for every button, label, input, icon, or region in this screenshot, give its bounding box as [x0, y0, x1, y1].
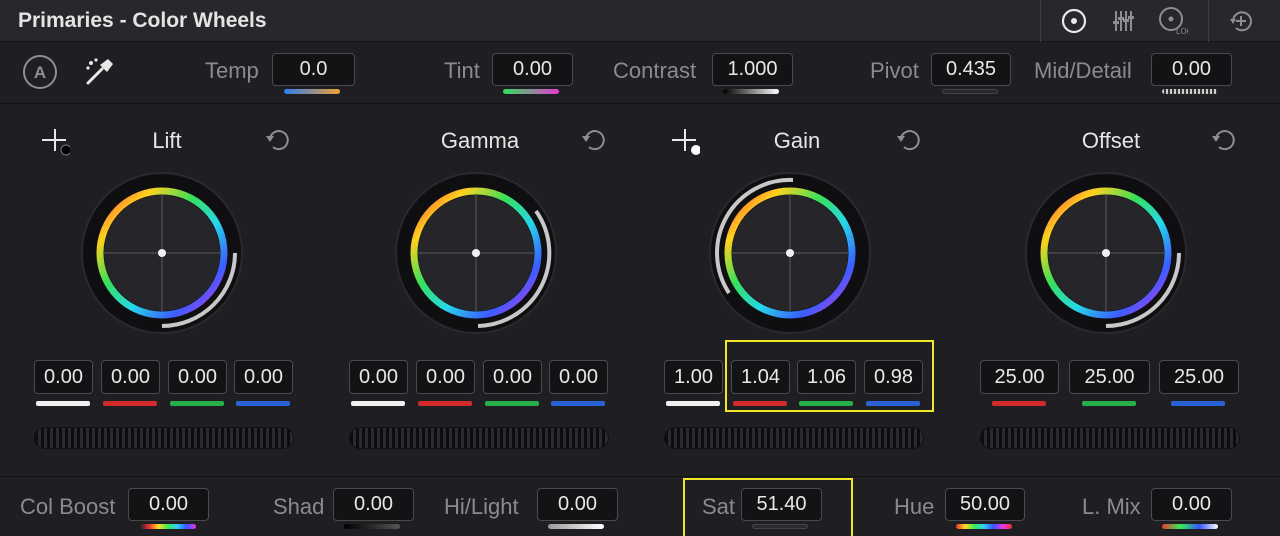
tint-field[interactable]: 0.00 [492, 53, 573, 86]
picker-white-icon[interactable] [670, 126, 701, 156]
hi-light-field[interactable]: 0.00 [537, 488, 618, 521]
gamma-title: Gamma [440, 128, 520, 153]
offset-reset-icon[interactable] [1210, 126, 1238, 154]
temp-label: Temp [205, 58, 259, 83]
sat-field[interactable]: 51.40 [741, 488, 822, 521]
shad-field[interactable]: 0.00 [333, 488, 414, 521]
gain-b-bar [866, 401, 920, 406]
offset-g-bar [1082, 401, 1136, 406]
svg-text:LOG: LOG [1176, 27, 1188, 36]
gain-y-bar [666, 401, 720, 406]
log-icon[interactable]: LOG [1156, 5, 1188, 37]
hi-light-label: Hi/Light [444, 494, 519, 519]
color-wheels-icon[interactable] [1058, 5, 1090, 37]
lift-y-bar [36, 401, 90, 406]
lift-g-field[interactable]: 0.00 [168, 360, 227, 394]
lift-g-bar [170, 401, 224, 406]
gain-g-field[interactable]: 1.06 [797, 360, 856, 394]
gamma-r-bar [418, 401, 472, 406]
gamma-color-wheel[interactable] [393, 170, 559, 336]
offset-b-bar [1171, 401, 1225, 406]
sat-label: Sat [702, 494, 736, 519]
temp-slider[interactable] [284, 89, 340, 94]
offset-g-field[interactable]: 25.00 [1069, 360, 1150, 394]
gain-color-wheel[interactable] [707, 170, 873, 336]
col-boost-slider[interactable] [140, 524, 196, 529]
gain-r-field[interactable]: 1.04 [731, 360, 790, 394]
panel-title: Primaries - Color Wheels [18, 9, 267, 32]
hue-label: Hue [894, 494, 935, 519]
sat-slider[interactable] [752, 524, 808, 529]
hue-slider[interactable] [956, 524, 1012, 529]
pivot-slider[interactable] [942, 89, 998, 94]
gamma-y-bar [351, 401, 405, 406]
bars-icon[interactable] [1108, 5, 1140, 37]
gamma-g-field[interactable]: 0.00 [483, 360, 542, 394]
gamma-r-field[interactable]: 0.00 [416, 360, 475, 394]
l-mix-label: L. Mix [1082, 494, 1141, 519]
l-mix-slider[interactable] [1162, 524, 1218, 529]
lift-r-bar [103, 401, 157, 406]
offset-title: Offset [1081, 128, 1141, 153]
bottom-controls-row: Col Boost 0.00 Shad 0.00 Hi/Light 0.00 S… [0, 476, 1280, 536]
shad-slider[interactable] [344, 524, 400, 529]
temp-field[interactable]: 0.0 [272, 53, 355, 86]
gamma-b-field[interactable]: 0.00 [549, 360, 608, 394]
tint-slider[interactable] [503, 89, 559, 94]
gamma-master-wheel[interactable] [349, 427, 609, 449]
gamma-y-field[interactable]: 0.00 [349, 360, 408, 394]
gamma-g-bar [485, 401, 539, 406]
offset-master-wheel[interactable] [980, 427, 1240, 449]
lift-b-bar [236, 401, 290, 406]
l-mix-field[interactable]: 0.00 [1151, 488, 1232, 521]
hi-light-slider[interactable] [548, 524, 604, 529]
header-separator [1208, 0, 1209, 42]
pivot-label: Pivot [870, 58, 919, 83]
tint-label: Tint [444, 58, 480, 83]
lift-b-field[interactable]: 0.00 [234, 360, 293, 394]
offset-color-wheel[interactable] [1023, 170, 1189, 336]
add-node-icon[interactable] [1225, 5, 1257, 37]
offset-r-field[interactable]: 25.00 [980, 360, 1059, 394]
gamma-reset-icon[interactable] [580, 126, 608, 154]
gain-r-bar [733, 401, 787, 406]
mid-detail-label: Mid/Detail [1034, 58, 1132, 83]
lift-master-wheel[interactable] [34, 427, 294, 449]
lift-reset-icon[interactable] [264, 126, 292, 154]
gain-master-wheel[interactable] [664, 427, 924, 449]
panel-header: Primaries - Color Wheels LOG [0, 0, 1280, 42]
pivot-field[interactable]: 0.435 [931, 53, 1011, 86]
offset-b-field[interactable]: 25.00 [1159, 360, 1239, 394]
gamma-b-bar [551, 401, 605, 406]
picker-black-icon[interactable] [40, 126, 72, 156]
col-boost-label: Col Boost [20, 494, 116, 519]
gain-g-bar [799, 401, 853, 406]
hue-field[interactable]: 50.00 [945, 488, 1025, 521]
col-boost-field[interactable]: 0.00 [128, 488, 209, 521]
lift-title: Lift [152, 128, 182, 153]
contrast-label: Contrast [613, 58, 697, 83]
contrast-field[interactable]: 1.000 [712, 53, 793, 86]
contrast-slider[interactable] [723, 89, 779, 94]
auto-balance-icon[interactable]: A [22, 54, 58, 90]
gain-title: Gain [773, 128, 821, 153]
lift-y-field[interactable]: 0.00 [34, 360, 93, 394]
gain-reset-icon[interactable] [895, 126, 923, 154]
mid-detail-field[interactable]: 0.00 [1151, 53, 1232, 86]
gain-y-field[interactable]: 1.00 [664, 360, 723, 394]
shad-label: Shad [273, 494, 325, 519]
svg-text:A: A [34, 63, 46, 82]
header-separator [1040, 0, 1041, 42]
lift-r-field[interactable]: 0.00 [101, 360, 160, 394]
mid-detail-slider[interactable] [1162, 89, 1218, 94]
offset-r-bar [992, 401, 1046, 406]
eyedropper-icon[interactable] [82, 54, 118, 90]
lift-color-wheel[interactable] [79, 170, 245, 336]
gain-b-field[interactable]: 0.98 [864, 360, 923, 394]
top-controls-row: A Temp 0.0 Tint 0.00 Contrast 1.000 Pivo… [0, 42, 1280, 104]
